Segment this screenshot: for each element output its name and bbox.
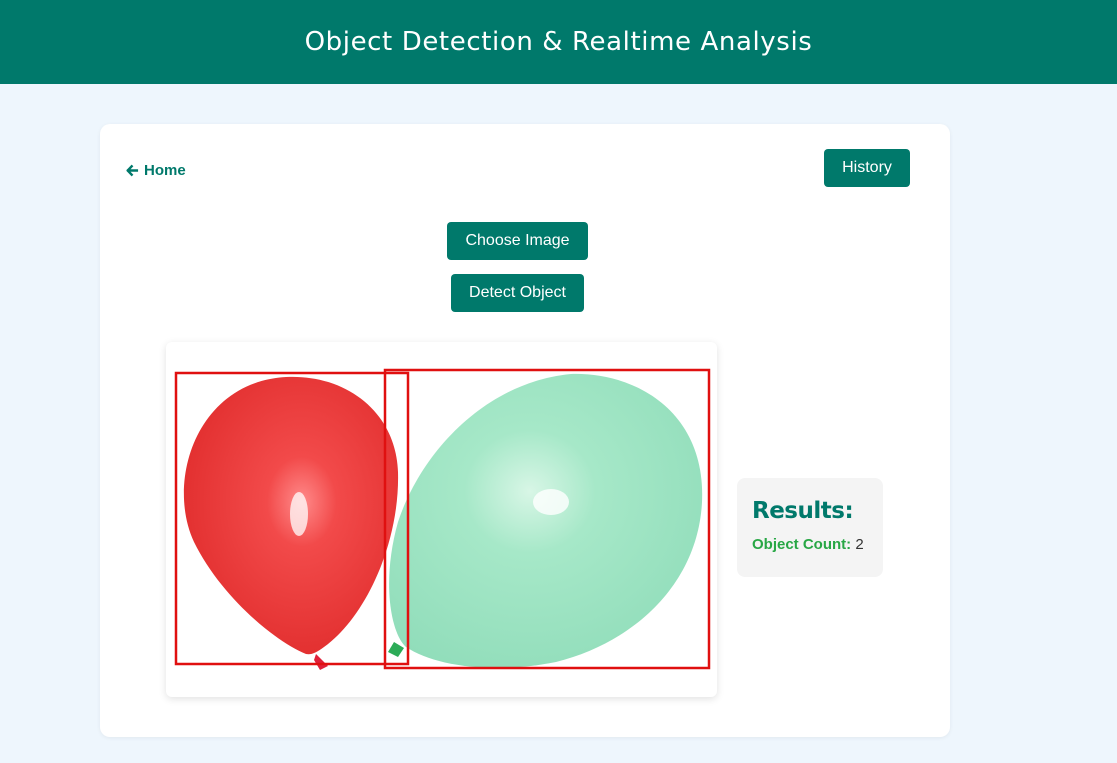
history-button[interactable]: History [824,149,910,187]
home-link[interactable]: Home [126,160,186,180]
object-count-label: Object Count: [752,536,852,553]
results-title: Results: [752,498,854,524]
app-header: Object Detection & Realtime Analysis [0,0,1117,84]
object-count-row: Object Count: 2 [752,536,883,553]
page-title: Object Detection & Realtime Analysis [304,27,813,57]
arrow-left-icon [126,164,139,176]
detect-object-button[interactable]: Detect Object [451,274,584,312]
results-panel: Results: Object Count: 2 [737,478,883,577]
object-count-value: 2 [855,536,864,553]
detection-image [166,342,717,697]
green-balloon [389,373,703,668]
choose-image-button[interactable]: Choose Image [447,222,588,260]
main-card: Home History Choose Image Detect Object [100,124,950,737]
balloon-image [174,368,711,670]
home-link-label: Home [144,161,186,179]
